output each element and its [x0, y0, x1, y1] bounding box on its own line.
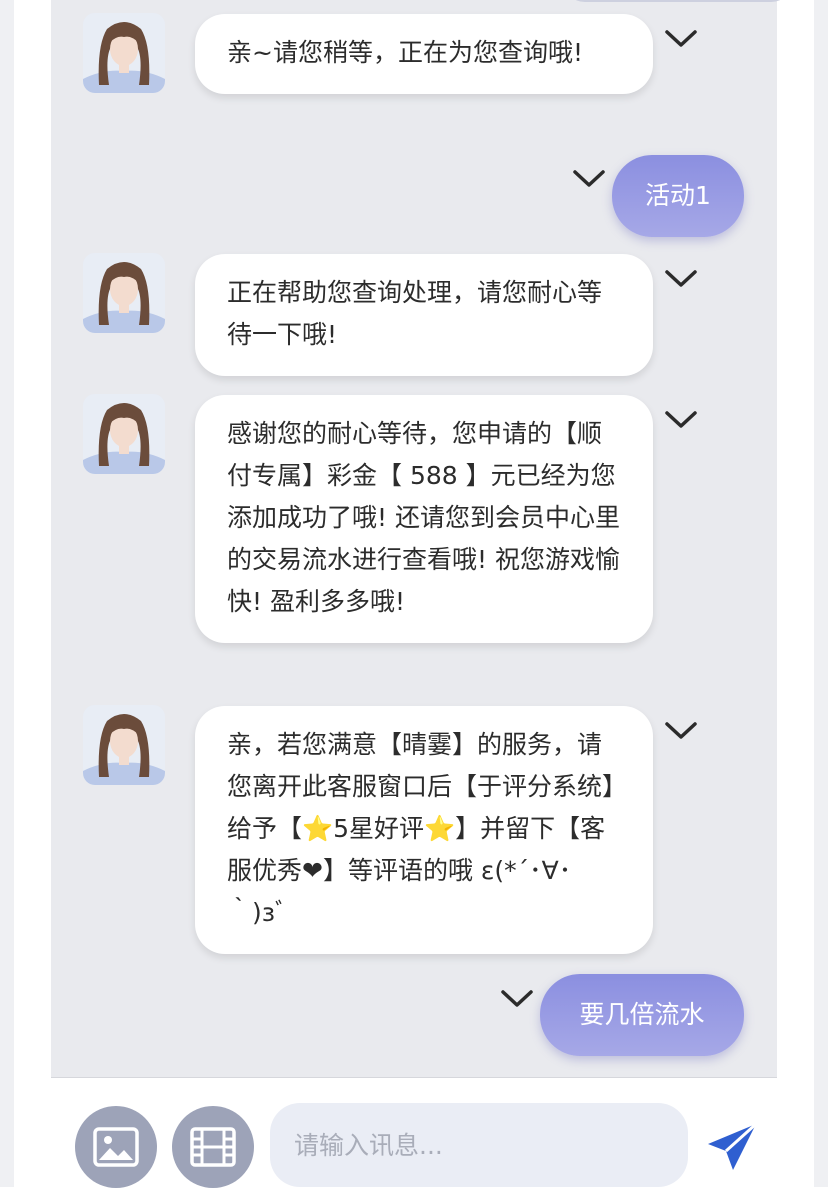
left-margin [0, 0, 14, 1187]
image-button[interactable] [75, 1106, 157, 1188]
right-margin [814, 0, 828, 1187]
chevron-down-icon[interactable] [664, 28, 698, 50]
message-text: 感谢您的耐心等待，您申请的【顺付专属】彩金【 588 】元已经为您添加成功了哦!… [227, 419, 620, 616]
agent-avatar [83, 394, 165, 474]
agent-avatar [83, 13, 165, 93]
chevron-down-icon[interactable] [664, 720, 698, 742]
message-text: 亲，若您满意【晴霎】的服务，请您离开此客服窗口后【于评分系统】给予【⭐5星好评⭐… [227, 730, 615, 927]
message-text: 正在帮助您查询处理，请您耐心等待一下哦! [227, 278, 603, 349]
message-text: 活动1 [645, 181, 711, 210]
send-icon[interactable] [704, 1118, 762, 1176]
composer-divider [51, 1077, 777, 1078]
agent-message: 感谢您的耐心等待，您申请的【顺付专属】彩金【 588 】元已经为您添加成功了哦!… [195, 395, 653, 643]
agent-message: 正在帮助您查询处理，请您耐心等待一下哦! [195, 254, 653, 376]
agent-message: 亲~请您稍等，正在为您查询哦! [195, 14, 653, 94]
message-text: 亲~请您稍等，正在为您查询哦! [227, 38, 583, 67]
chevron-down-icon[interactable] [664, 409, 698, 431]
chevron-down-icon[interactable] [572, 168, 606, 190]
user-message: 要几倍流水 [540, 974, 744, 1056]
previous-message-edge [563, 0, 793, 2]
agent-avatar [83, 253, 165, 333]
chevron-down-icon[interactable] [664, 268, 698, 290]
video-button[interactable] [172, 1106, 254, 1188]
message-input[interactable] [270, 1103, 688, 1187]
image-icon [93, 1127, 139, 1167]
user-message: 活动1 [612, 155, 744, 237]
message-text: 要几倍流水 [579, 1000, 705, 1029]
film-icon [190, 1127, 236, 1167]
chevron-down-icon[interactable] [500, 988, 534, 1010]
agent-message: 亲，若您满意【晴霎】的服务，请您离开此客服窗口后【于评分系统】给予【⭐5星好评⭐… [195, 706, 653, 954]
agent-avatar [83, 705, 165, 785]
